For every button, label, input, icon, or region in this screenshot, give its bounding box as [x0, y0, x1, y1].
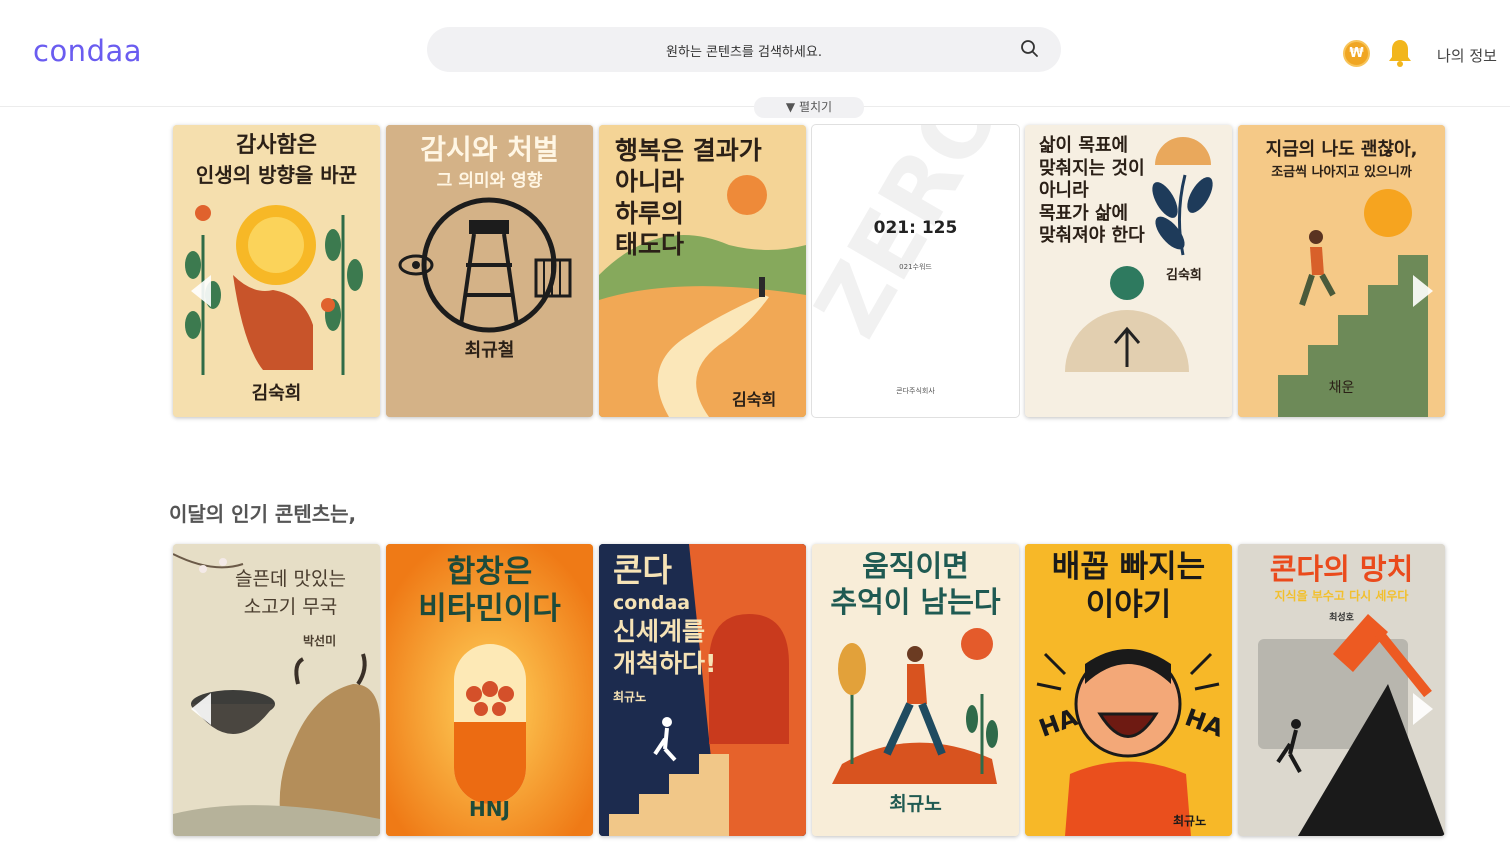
cover-title: 슬픈데 맛있는	[235, 568, 346, 590]
cover-author: 채운	[1328, 380, 1355, 396]
content-carousel-2: 슬픈데 맛있는 소고기 무국 박선미 합창은 비타민이다 HNJ 콘다 cond…	[173, 544, 1445, 836]
cover-title: 행복은 결과가 아니라 하루의 태도다	[615, 135, 762, 260]
cover-author: 최규철	[464, 340, 515, 361]
search-input[interactable]: 원하는 콘텐츠를 검색하세요.	[427, 41, 1061, 60]
content-carousel-1: 감사함은 인생의 방향을 바꾼 김숙희 감시와 처벌 그 의미와 영향 최규철	[173, 125, 1445, 417]
cover-author: 김숙희	[251, 383, 302, 404]
content-card[interactable]: 합창은 비타민이다 HNJ	[386, 544, 593, 836]
cover-publisher: 콘다주식회사	[896, 387, 935, 395]
cover-title: 감시와 처벌	[420, 133, 559, 166]
content-card[interactable]: 삶이 목표에 맞춰지는 것이 아니라 목표가 삶에 맞춰져야 한다 김숙희	[1025, 125, 1232, 417]
content-card[interactable]: 배꼽 빠지는 이야기 HA HA 최규노	[1025, 544, 1232, 836]
cover-title: 합창은	[446, 554, 533, 590]
cover-title: 콘다	[613, 551, 672, 589]
carousel-prev-arrow-icon[interactable]	[187, 689, 217, 729]
search-bar[interactable]: 원하는 콘텐츠를 검색하세요.	[427, 27, 1061, 72]
cover-title: 콘다의 망치	[1269, 552, 1414, 586]
cover-title: 감사함은	[236, 133, 317, 158]
top-header: condaa 원하는 콘텐츠를 검색하세요. ₩ 나의 정보	[0, 0, 1510, 107]
cover-title: 개척하다!	[613, 649, 717, 678]
cover-author: 최성호	[1329, 613, 1354, 623]
cover-author: 최규노	[1173, 814, 1207, 828]
coin-icon[interactable]: ₩	[1343, 40, 1370, 67]
cover-title: 비타민이다	[418, 591, 561, 627]
cover-subtitle: 그 의미와 영향	[436, 171, 543, 191]
cover-title: 이야기	[1085, 587, 1172, 623]
cover-subtitle: 021수워드	[899, 263, 932, 271]
cover-title: 신세계를	[613, 617, 706, 646]
cover-author: HNJ	[469, 797, 510, 821]
cover-title: 배꼽 빠지는	[1051, 549, 1206, 585]
logo[interactable]: condaa	[33, 34, 142, 68]
content-card[interactable]: 콘다 condaa 신세계를 개척하다! 최규노	[599, 544, 806, 836]
cover-title: 021: 125	[873, 218, 958, 238]
cover-author: 김숙희	[732, 390, 777, 409]
cover-title-line: 하루의	[615, 198, 685, 228]
cover-author: 최규노	[613, 690, 647, 704]
section-title: 이달의 인기 콘텐츠는,	[169, 502, 357, 526]
content-card[interactable]: 행복은 결과가 아니라 하루의 태도다 김숙희	[599, 125, 806, 417]
cover-watermark: ZERO	[812, 125, 1019, 355]
cover-title: 지금의 나도 괜찮아,	[1265, 139, 1418, 160]
cover-title: 조금씩 나아지고 있으니까	[1271, 165, 1412, 180]
cover-title: 소고기 무국	[243, 596, 338, 618]
carousel-prev-arrow-icon[interactable]	[187, 271, 217, 311]
cover-art	[386, 125, 593, 417]
expand-button[interactable]: ▼ 펼치기	[754, 97, 864, 118]
cover-title: 삶이 목표에 맞춰지는 것이 아니라 목표가 삶에 맞춰져야 한다	[1039, 135, 1145, 248]
my-info-link[interactable]: 나의 정보	[1437, 45, 1497, 66]
search-icon[interactable]	[1019, 38, 1041, 60]
cover-author: 박선미	[303, 634, 337, 648]
carousel-next-arrow-icon[interactable]	[1407, 271, 1437, 311]
cover-title-line: 맞춰지는 것이	[1039, 157, 1145, 179]
cover-title: 추억이 남는다	[830, 585, 1001, 619]
cover-title-line: 행복은 결과가	[615, 136, 762, 165]
cover-title: 움직이면	[862, 549, 969, 583]
cover-title-line: 삶이 목표에	[1039, 135, 1129, 156]
cover-title-line: 아니라	[1039, 180, 1089, 201]
cover-title: 인생의 방향을 바꾼	[195, 163, 358, 187]
cover-subtitle: 지식을 부수고 다시 세우다	[1274, 589, 1409, 603]
cover-title-line: 태도다	[615, 229, 685, 259]
cover-author: 김숙희	[1166, 268, 1202, 283]
cover-title-line: 아니라	[615, 167, 685, 197]
carousel-next-arrow-icon[interactable]	[1407, 689, 1437, 729]
cover-brand: condaa	[613, 592, 691, 614]
content-card[interactable]: 움직이면 추억이 남는다 최규노	[812, 544, 1019, 836]
cover-title-line: 목표가 삶에	[1039, 202, 1129, 224]
cover-author: 최규노	[889, 793, 942, 815]
bell-icon[interactable]	[1387, 38, 1413, 68]
cover-title-line: 맞춰져야 한다	[1039, 225, 1145, 246]
content-card[interactable]: ZERO 021: 125 021수워드 콘다주식회사	[812, 125, 1019, 417]
content-card[interactable]: 감시와 처벌 그 의미와 영향 최규철	[386, 125, 593, 417]
